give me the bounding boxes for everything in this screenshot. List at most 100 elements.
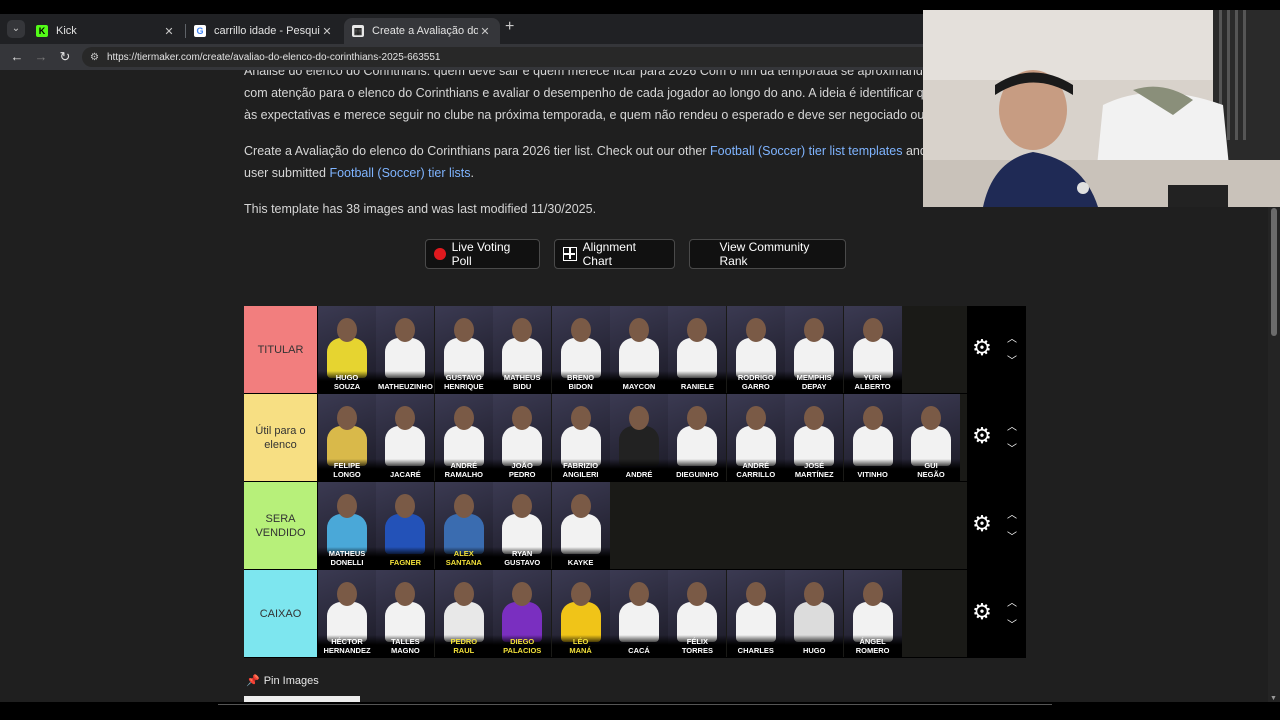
tab-kick[interactable]: K Kick ✕ [28,18,184,44]
player-card[interactable]: YURI ALBERTO [843,306,902,393]
player-name: JOÃO PEDRO [493,459,552,481]
chevron-down-icon[interactable]: ﹀ [1005,352,1019,367]
scroll-down-icon[interactable]: ▼ [1270,695,1277,702]
tier-items[interactable]: HÉCTOR HERNANDEZ TALLES MAGNO PEDRO RAUL DI… [318,570,967,657]
player-card[interactable]: MAYCON [610,306,668,393]
scrollbar-thumb[interactable] [1271,208,1277,336]
chevron-up-icon[interactable]: ︿ [1005,418,1019,433]
site-info-icon[interactable]: ⚙ [90,52,99,63]
player-card[interactable]: TALLES MAGNO [376,570,435,657]
player-card[interactable]: ANDRÉ CARRILLO [726,394,785,481]
live-voting-button[interactable]: Live Voting Poll [425,239,540,269]
live-voting-label: Live Voting Poll [451,240,511,268]
player-head [570,406,591,430]
player-card[interactable]: ALEX SANTANA [434,482,493,569]
player-name: HÉCTOR HERNANDEZ [318,635,376,657]
player-name: VITINHO [843,459,902,481]
player-card[interactable]: MATHEUS BIDU [493,306,552,393]
player-card[interactable]: JOÃO PEDRO [493,394,552,481]
community-rank-button[interactable]: View Community Rank [689,239,846,269]
forward-icon[interactable]: → [32,48,50,66]
chevron-up-icon[interactable]: ︿ [1005,594,1019,609]
player-head [453,494,474,518]
player-head [570,582,591,606]
player-card[interactable]: MATHEUS DONELLI [318,482,376,569]
player-card[interactable]: JACARÉ [376,394,435,481]
alignment-chart-button[interactable]: Alignment Chart [554,239,675,269]
chevron-up-icon[interactable]: ︿ [1005,506,1019,521]
webcam-overlay [923,10,1280,207]
pin-images-toggle[interactable]: 📌 Pin Images [246,674,319,687]
player-card[interactable]: DIEGO PALACIOS [493,570,552,657]
player-card[interactable]: LÉO MANÁ [551,570,610,657]
player-name: MATHEUS BIDU [493,371,552,393]
player-card[interactable]: DIEGUINHO [668,394,727,481]
chevron-down-icon[interactable]: ﹀ [1005,528,1019,543]
player-card[interactable]: HÉCTOR HERNANDEZ [318,570,376,657]
new-tab-icon[interactable]: + [505,18,514,36]
templates-link[interactable]: Football (Soccer) tier list templates [710,144,902,158]
player-head [337,494,357,518]
chevron-down-icon[interactable]: ﹀ [1005,616,1019,631]
tab-google[interactable]: G carrillo idade - Pesquisa Google ✕ [186,18,342,44]
gear-icon[interactable]: ⚙ [971,425,993,447]
player-card[interactable]: FÉLIX TORRES [668,570,727,657]
tier-label[interactable]: SERA VENDIDO [244,482,317,569]
player-card[interactable]: VITINHO [843,394,902,481]
player-name: MAYCON [610,371,668,393]
tab-search-button[interactable]: ⌄ [7,20,25,38]
player-card[interactable]: PEDRO RAUL [434,570,493,657]
player-name: DIEGUINHO [668,459,727,481]
tier-items[interactable]: FELIPE LONGO JACARÉ ANDRÉ RAMALHO JOÃO PEDR… [318,394,967,481]
create-text-2: user submitted Football (Soccer) tier li… [244,162,944,184]
close-tab-icon[interactable]: ✕ [320,25,334,38]
tab-tiermaker[interactable]: ▦ Create a Avaliação do elenco do... ✕ [344,18,500,44]
player-card[interactable]: CHARLES [726,570,785,657]
player-card[interactable]: FAGNER [376,482,435,569]
player-name: GUSTAVO HENRIQUE [434,371,493,393]
player-card[interactable]: GUI NEGÃO [902,394,960,481]
player-head [570,494,591,518]
player-name: MATHEUS DONELLI [318,547,376,569]
gear-icon[interactable]: ⚙ [971,513,993,535]
player-card[interactable]: RYAN GUSTAVO [493,482,552,569]
player-card[interactable]: RODRIGO GARRO [726,306,785,393]
player-card[interactable]: HUGO SOUZA [318,306,376,393]
player-head [862,406,883,430]
player-card[interactable]: CACÁ [610,570,668,657]
back-icon[interactable]: ← [8,48,26,66]
player-name: ÁNGEL ROMERO [843,635,902,657]
player-card[interactable]: HUGO [785,570,844,657]
player-card[interactable]: FABRIZIO ANGILERI [551,394,610,481]
tier-label[interactable]: Útil para o elenco [244,394,317,481]
player-card[interactable]: GUSTAVO HENRIQUE [434,306,493,393]
player-card[interactable]: JOSÉ MARTÍNEZ [785,394,844,481]
tier-label[interactable]: TITULAR [244,306,317,393]
player-card[interactable]: FELIPE LONGO [318,394,376,481]
chevron-up-icon[interactable]: ︿ [1005,330,1019,345]
player-card[interactable]: ANDRÉ [610,394,668,481]
tier-lists-link[interactable]: Football (Soccer) tier lists [329,166,470,180]
gear-icon[interactable]: ⚙ [971,601,993,623]
close-tab-icon[interactable]: ✕ [162,25,176,38]
player-card[interactable]: RANIELE [668,306,727,393]
template-info: This template has 38 images and was last… [244,202,597,216]
close-tab-icon[interactable]: ✕ [478,25,492,38]
player-card[interactable]: ÁNGEL ROMERO [843,570,902,657]
address-bar[interactable]: ⚙ https://tiermaker.com/create/avaliao-d… [82,47,982,67]
player-card[interactable]: ANDRÉ RAMALHO [434,394,493,481]
reload-icon[interactable]: ↻ [56,48,74,66]
player-card[interactable]: BRENO BIDON [551,306,610,393]
player-card[interactable]: MATHEUZINHO [376,306,435,393]
tier-controls: ⚙ ︿ ﹀ [967,306,1026,393]
tier-items[interactable]: MATHEUS DONELLI FAGNER ALEX SANTANA RYAN GU… [318,482,967,569]
player-card[interactable]: MEMPHIS DEPAY [785,306,844,393]
player-name: YURI ALBERTO [843,371,902,393]
player-name: ANDRÉ RAMALHO [434,459,493,481]
chevron-down-icon[interactable]: ﹀ [1005,440,1019,455]
player-name: RANIELE [668,371,727,393]
tier-items[interactable]: HUGO SOUZA MATHEUZINHO GUSTAVO HENRIQUE MAT… [318,306,967,393]
player-card[interactable]: KAYKE [551,482,610,569]
tier-label[interactable]: CAIXAO [244,570,317,657]
gear-icon[interactable]: ⚙ [971,337,993,359]
